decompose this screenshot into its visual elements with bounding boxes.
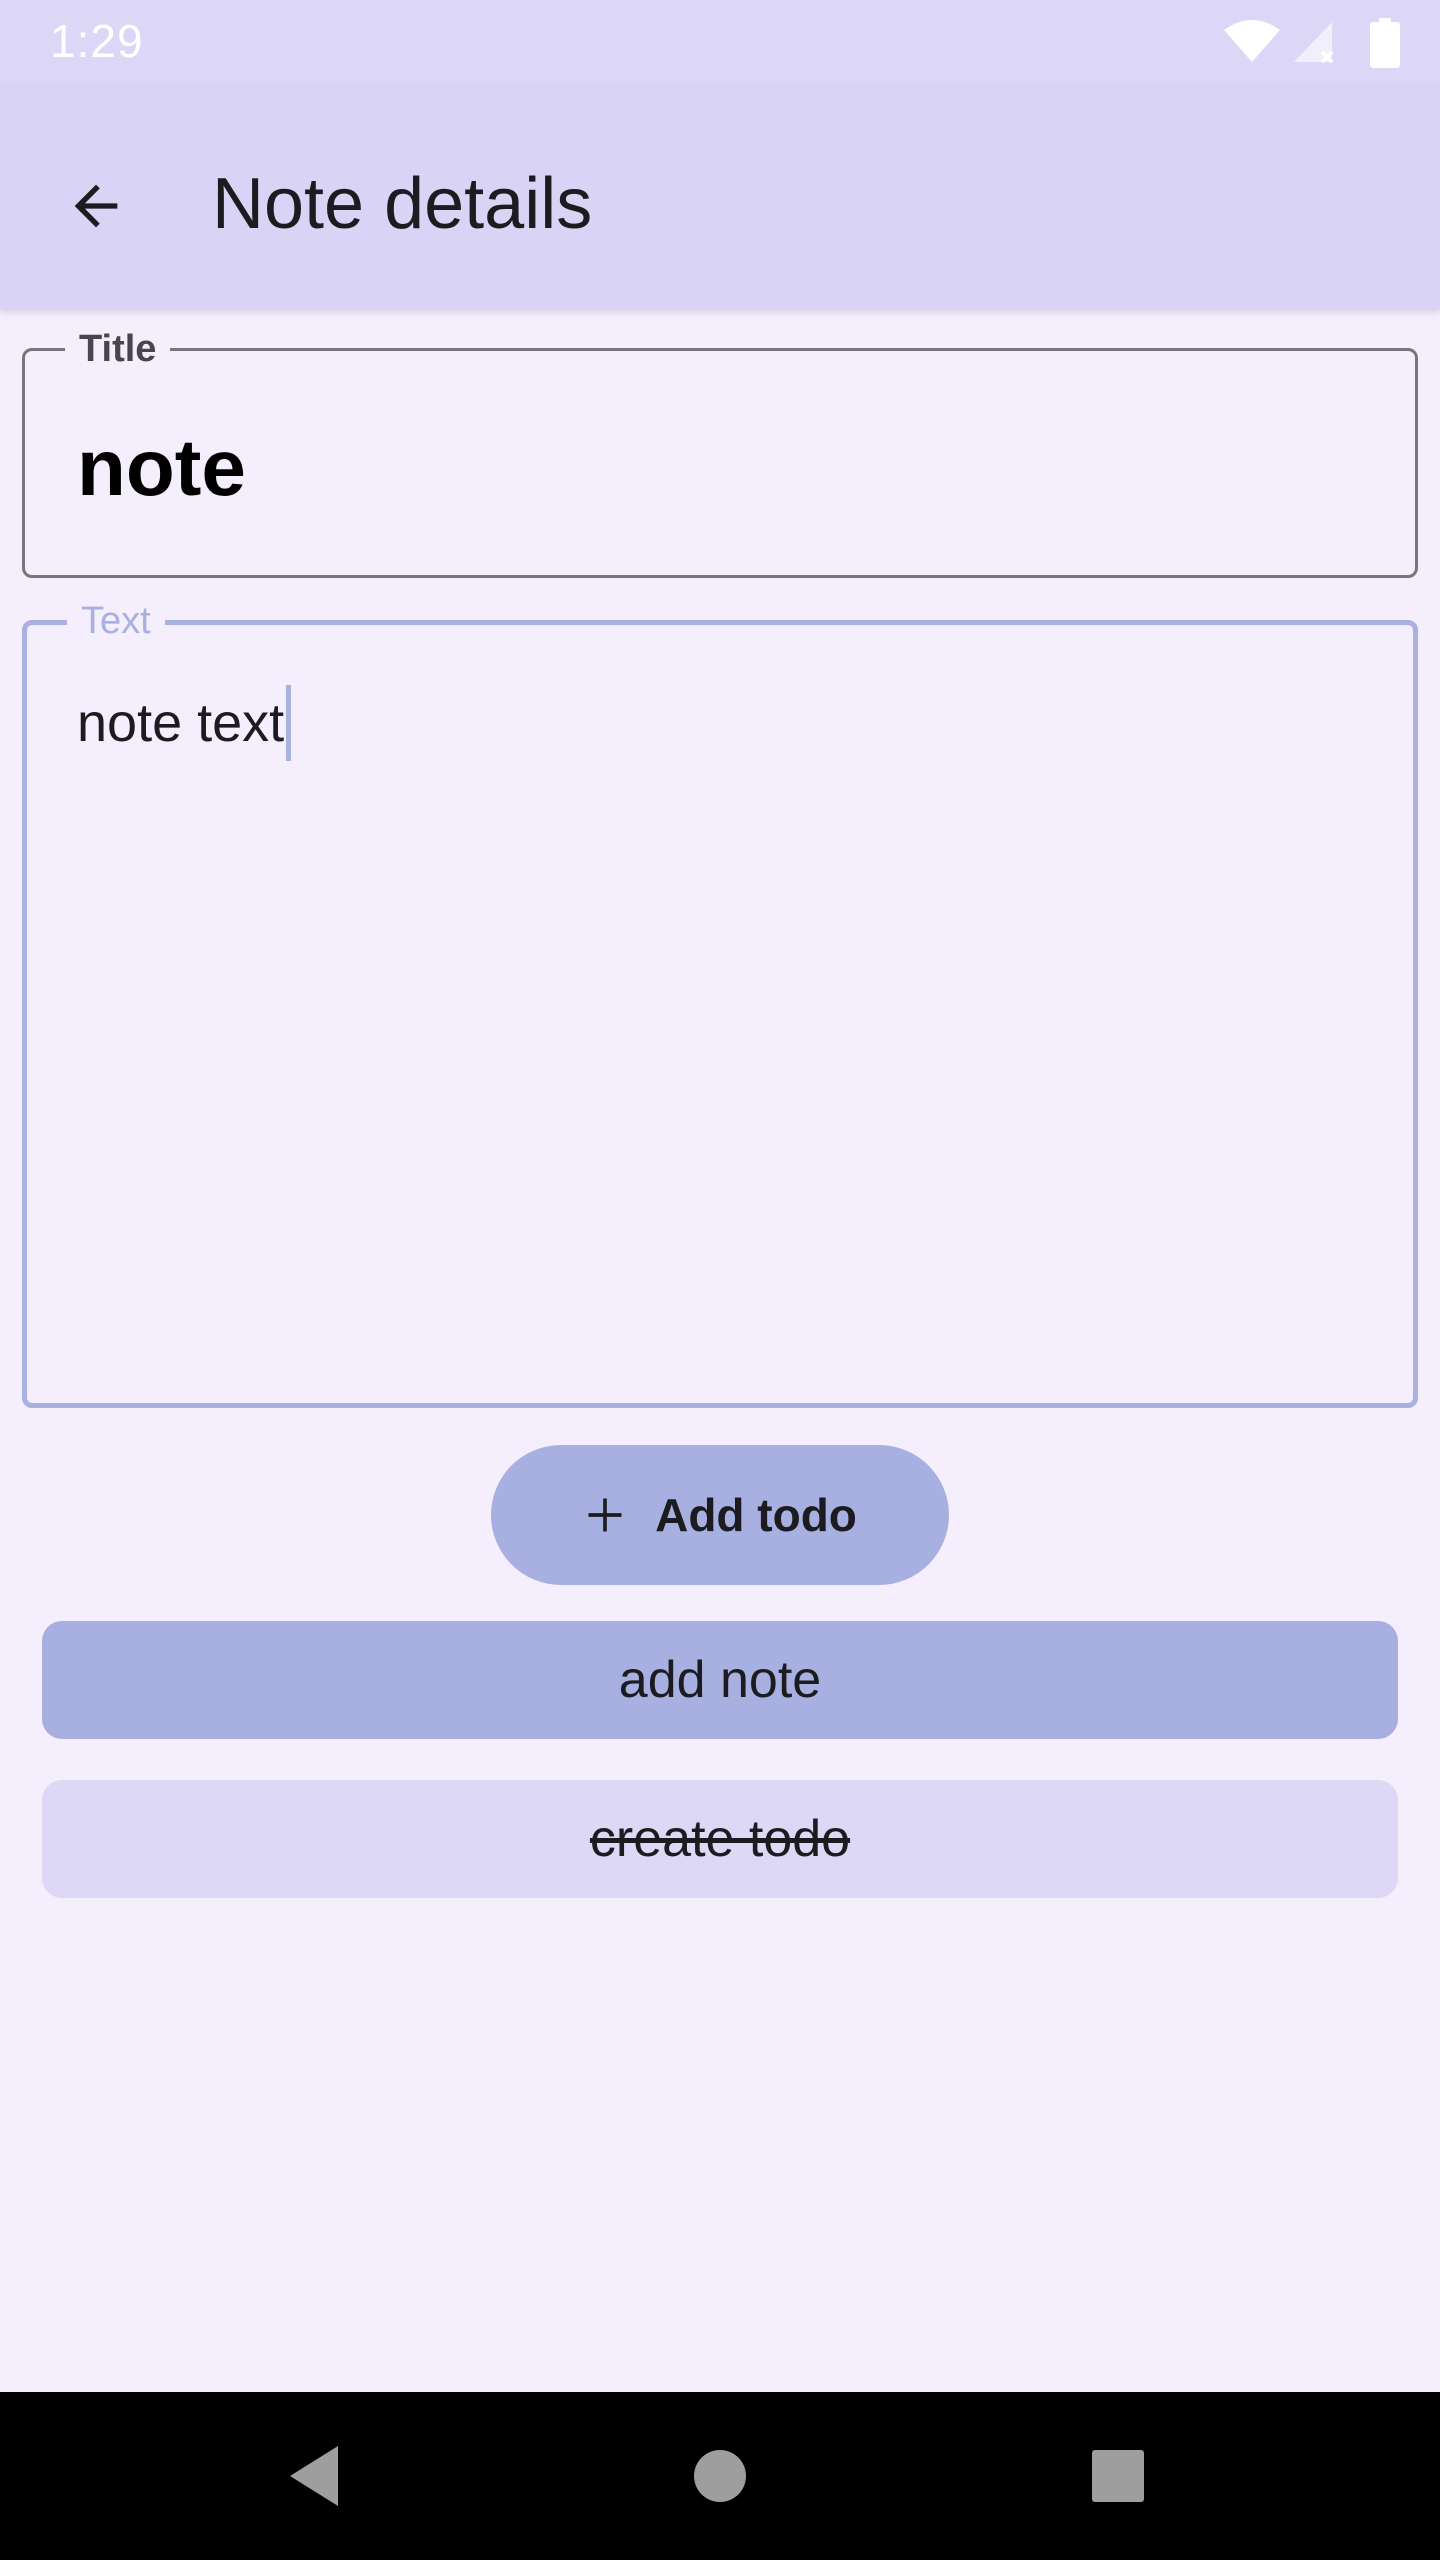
add-note-label: add note (618, 1651, 822, 1709)
top-app-bar: Note details (0, 84, 1440, 310)
home-nav-icon[interactable] (678, 2434, 762, 2518)
create-todo-label: create todo (589, 1810, 851, 1868)
title-field-label: Title (65, 321, 171, 377)
wifi-icon (1224, 20, 1280, 62)
add-note-button[interactable]: add note (42, 1621, 1398, 1739)
back-nav-icon[interactable] (276, 2434, 360, 2518)
text-field-label: Text (67, 593, 165, 649)
text-cursor (286, 685, 292, 761)
status-bar: 1:29 (0, 0, 1440, 84)
title-field[interactable]: Title note (22, 321, 1418, 578)
recents-nav-icon[interactable] (1076, 2434, 1160, 2518)
text-input-content: note text (77, 693, 285, 753)
system-navigation-bar (0, 2392, 1440, 2560)
add-todo-label: Add todo (655, 1489, 857, 1541)
text-input-value[interactable]: note text (77, 685, 292, 761)
title-input-value[interactable]: note (77, 423, 246, 513)
note-details-screen: 1:29 Note details Title note Text note t… (0, 0, 1440, 2560)
text-field[interactable]: Text note text (22, 593, 1418, 1408)
plus-icon (588, 1498, 622, 1532)
add-todo-button[interactable]: Add todo (491, 1445, 949, 1585)
battery-icon (1370, 18, 1400, 68)
arrow-back-icon (74, 184, 118, 228)
create-todo-button[interactable]: create todo (42, 1780, 1398, 1898)
page-title: Note details (212, 164, 593, 244)
back-button[interactable] (40, 150, 152, 262)
signal-icon (1294, 22, 1334, 64)
status-time: 1:29 (50, 15, 144, 67)
